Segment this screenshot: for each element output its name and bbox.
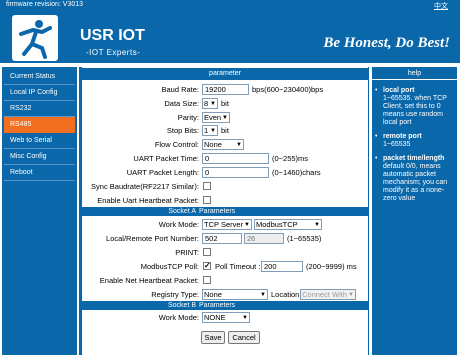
net-heartbeat-checkbox[interactable]	[203, 276, 211, 284]
print-label: PRINT:	[175, 248, 199, 257]
modbus-poll-checkbox[interactable]	[203, 261, 211, 270]
sync-baudrate-checkbox[interactable]	[203, 182, 211, 190]
poll-timeout-label: Poll Timeout :	[215, 262, 261, 271]
parameter-panel-body: parameter Baud Rate: 19200 bps(600~23040…	[82, 67, 368, 355]
save-button[interactable]: Save	[201, 331, 225, 344]
sidebar-item-misc-config[interactable]: Misc Config	[4, 149, 75, 165]
data-size-select[interactable]: 8 ▼	[202, 98, 218, 109]
local-port-input[interactable]: 502	[202, 233, 242, 244]
parity-select[interactable]: Even ▼	[202, 112, 230, 123]
top-bar: firmware revision: V3013 中文	[0, 0, 460, 11]
net-heartbeat-label: Enable Net Heartbeat Packet:	[99, 276, 199, 285]
slogan: Be Honest, Do Best!	[323, 35, 450, 51]
socket-a-label: Socket A	[168, 208, 196, 215]
baud-rate-label: Baud Rate:	[161, 85, 199, 94]
help-item-title: packet time/length	[383, 155, 445, 162]
sidebar-item-local-ip-config[interactable]: Local IP Config	[4, 85, 75, 101]
chevron-down-icon: ▼	[244, 222, 250, 228]
baud-rate-unit: bps(600~230400)bps	[252, 85, 324, 94]
help-panel: help local port 1~65535. when TCP Client…	[372, 67, 457, 355]
flow-control-label: Flow Control:	[154, 140, 199, 149]
location-label: Location	[271, 290, 300, 299]
chevron-down-icon: ▼	[348, 292, 354, 298]
help-item-title: remote port	[383, 133, 422, 140]
socket-a-work-mode-label: Work Mode:	[158, 220, 199, 229]
help-title: help	[372, 68, 457, 80]
parity-label: Parity:	[177, 113, 199, 122]
flow-control-select[interactable]: None ▼	[202, 139, 244, 150]
brand-tagline: -IOT Experts-	[86, 48, 141, 57]
socket-b-label: Socket B	[167, 302, 196, 309]
chevron-down-icon: ▼	[314, 222, 320, 228]
socket-b-section: Socket B Parameters	[82, 301, 368, 310]
data-size-unit: bit	[221, 99, 229, 108]
uart-packet-length-unit: (0~1460)chars	[272, 168, 321, 177]
socket-a-work-mode-select[interactable]: TCP Server ▼	[202, 219, 252, 230]
uart-packet-time-unit: (0~255)ms	[272, 154, 309, 163]
sidebar-item-current-status[interactable]: Current Status	[4, 69, 75, 85]
sync-baudrate-label: Sync Baudrate(RF2217 Similar):	[91, 182, 199, 191]
socket-a-protocol-select[interactable]: ModbusTCP ▼	[254, 219, 322, 230]
chevron-down-icon: ▼	[210, 128, 216, 134]
uart-packet-time-input[interactable]: 0	[202, 153, 269, 164]
print-checkbox[interactable]	[203, 248, 211, 256]
uart-heartbeat-checkbox[interactable]	[203, 196, 211, 204]
cancel-button[interactable]: Cancel	[228, 331, 260, 344]
poll-timeout-input[interactable]: 200	[261, 261, 303, 272]
registry-type-label: Registry Type:	[151, 290, 199, 299]
sidebar-item-reboot[interactable]: Reboot	[4, 165, 75, 181]
remote-port-input[interactable]: 26	[244, 233, 284, 244]
stop-bits-unit: bit	[221, 126, 229, 135]
banner: USR IOT -IOT Experts- Be Honest, Do Best…	[0, 11, 460, 65]
chevron-down-icon: ▼	[260, 292, 266, 298]
baud-rate-input[interactable]: 19200	[202, 84, 249, 95]
uart-packet-length-label: UART Packet Length:	[126, 168, 199, 177]
chevron-down-icon: ▼	[222, 115, 228, 121]
modbus-poll-label: ModbusTCP Poll:	[140, 262, 199, 271]
stop-bits-label: Stop Bits:	[166, 126, 199, 135]
help-item: packet time/length default 0/0, means au…	[375, 155, 455, 203]
brand-name: USR IOT	[80, 27, 145, 44]
help-item-text: 1~65535	[383, 141, 411, 148]
help-item-text: 1~65535. when TCP Client, set this to 0 …	[383, 95, 447, 126]
chevron-down-icon: ▼	[210, 101, 216, 107]
poll-timeout-unit: (200~9999) ms	[306, 262, 357, 271]
sidebar-item-web-to-serial[interactable]: Web to Serial	[4, 133, 75, 149]
port-number-label: Local/Remote Port Number:	[106, 234, 199, 243]
socket-a-section: Socket A Parameters	[82, 207, 368, 216]
sidebar-item-rs232[interactable]: RS232	[4, 101, 75, 117]
socket-b-sub: Parameters	[199, 302, 236, 309]
help-item-title: local port	[383, 87, 415, 94]
uart-heartbeat-label: Enable Uart Heartbeat Packet:	[97, 196, 199, 205]
uart-packet-time-label: UART Packet Time:	[133, 154, 199, 163]
port-number-unit: (1~65535)	[287, 234, 322, 243]
socket-a-sub: Parameters	[199, 208, 236, 215]
help-item: remote port 1~65535	[375, 133, 455, 149]
registry-type-select[interactable]: None ▼	[202, 289, 268, 300]
help-item-text: default 0/0, means automatic packet mech…	[383, 163, 448, 202]
data-size-label: Data Size:	[164, 99, 199, 108]
language-link[interactable]: 中文	[434, 1, 448, 11]
firmware-revision: firmware revision: V3013	[6, 1, 84, 8]
chevron-down-icon: ▼	[242, 315, 248, 321]
help-body: local port 1~65535. when TCP Client, set…	[375, 87, 455, 209]
sidebar-item-rs485[interactable]: RS485	[4, 117, 75, 133]
sidebar: Current Status Local IP Config RS232 RS4…	[2, 67, 77, 355]
socket-b-work-mode-label: Work Mode:	[158, 313, 199, 322]
usr-logo-icon	[12, 15, 58, 61]
panel-title: parameter	[82, 68, 368, 80]
uart-packet-length-input[interactable]: 0	[202, 167, 269, 178]
parameter-panel: parameter Baud Rate: 19200 bps(600~23040…	[79, 67, 369, 355]
socket-b-work-mode-select[interactable]: NONE ▼	[202, 312, 250, 323]
stop-bits-select[interactable]: 1 ▼	[202, 125, 218, 136]
location-select[interactable]: Connect With ▼	[300, 289, 356, 300]
chevron-down-icon: ▼	[236, 142, 242, 148]
help-item: local port 1~65535. when TCP Client, set…	[375, 87, 455, 127]
